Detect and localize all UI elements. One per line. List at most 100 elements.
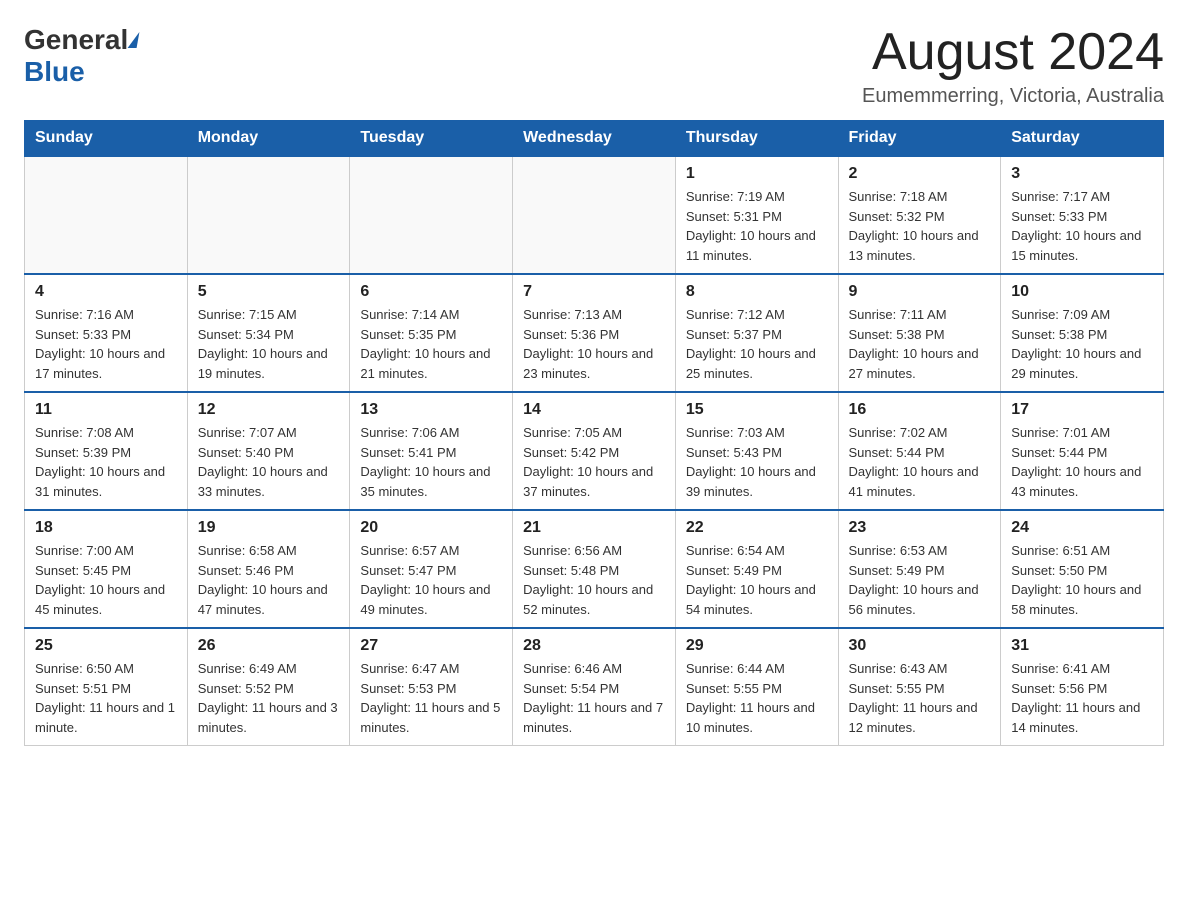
weekday-header-row: SundayMondayTuesdayWednesdayThursdayFrid… (25, 121, 1164, 157)
day-number: 20 (360, 519, 502, 537)
calendar-cell: 27 Sunrise: 6:47 AM Sunset: 5:53 PM Dayli… (350, 628, 513, 746)
day-number: 5 (198, 283, 340, 301)
day-info: Sunrise: 7:06 AM Sunset: 5:41 PM Dayligh… (360, 423, 502, 501)
weekday-header-wednesday: Wednesday (513, 121, 676, 157)
calendar-cell: 16Sunrise: 7:02 AM Sunset: 5:44 PM Dayli… (838, 392, 1001, 510)
calendar-cell: 21Sunrise: 6:56 AM Sunset: 5:48 PM Dayli… (513, 510, 676, 628)
day-number: 1 (686, 165, 828, 183)
logo: General Blue (24, 24, 138, 88)
day-number: 16 (849, 401, 991, 419)
day-number: 30 (849, 637, 991, 655)
logo-arrow-icon (128, 32, 140, 48)
location-subtitle: Eumemmerring, Victoria, Australia (862, 85, 1164, 108)
calendar-cell: 24Sunrise: 6:51 AM Sunset: 5:50 PM Dayli… (1001, 510, 1164, 628)
calendar-cell: 20 Sunrise: 6:57 AM Sunset: 5:47 PM Dayli… (350, 510, 513, 628)
calendar-cell (513, 156, 676, 274)
month-year-title: August 2024 (862, 24, 1164, 81)
calendar-cell: 14 Sunrise: 7:05 AM Sunset: 5:42 PM Dayli… (513, 392, 676, 510)
day-number: 7 (523, 283, 665, 301)
day-info: Sunrise: 7:11 AM Sunset: 5:38 PM Dayligh… (849, 305, 991, 383)
day-info: Sunrise: 7:18 AM Sunset: 5:32 PM Dayligh… (849, 187, 991, 265)
calendar-cell: 4 Sunrise: 7:16 AM Sunset: 5:33 PM Daylig… (25, 274, 188, 392)
weekday-header-sunday: Sunday (25, 121, 188, 157)
day-info: Sunrise: 6:44 AM Sunset: 5:55 PM Dayligh… (686, 659, 828, 737)
calendar-cell: 29Sunrise: 6:44 AM Sunset: 5:55 PM Dayli… (675, 628, 838, 746)
day-number: 15 (686, 401, 828, 419)
calendar-cell: 12 Sunrise: 7:07 AM Sunset: 5:40 PM Dayli… (187, 392, 350, 510)
day-info: Sunrise: 6:47 AM Sunset: 5:53 PM Dayligh… (360, 659, 502, 737)
calendar-cell: 25 Sunrise: 6:50 AM Sunset: 5:51 PM Dayli… (25, 628, 188, 746)
calendar-cell: 23Sunrise: 6:53 AM Sunset: 5:49 PM Dayli… (838, 510, 1001, 628)
day-number: 11 (35, 401, 177, 419)
day-info: Sunrise: 7:08 AM Sunset: 5:39 PM Dayligh… (35, 423, 177, 501)
day-number: 3 (1011, 165, 1153, 183)
day-number: 22 (686, 519, 828, 537)
calendar-cell (187, 156, 350, 274)
calendar-cell (25, 156, 188, 274)
day-info: Sunrise: 7:17 AM Sunset: 5:33 PM Dayligh… (1011, 187, 1153, 265)
day-info: Sunrise: 7:05 AM Sunset: 5:42 PM Dayligh… (523, 423, 665, 501)
day-number: 10 (1011, 283, 1153, 301)
day-number: 12 (198, 401, 340, 419)
day-number: 19 (198, 519, 340, 537)
calendar-cell: 2 Sunrise: 7:18 AM Sunset: 5:32 PM Daylig… (838, 156, 1001, 274)
day-info: Sunrise: 7:15 AM Sunset: 5:34 PM Dayligh… (198, 305, 340, 383)
calendar-cell: 3 Sunrise: 7:17 AM Sunset: 5:33 PM Daylig… (1001, 156, 1164, 274)
calendar-cell: 15 Sunrise: 7:03 AM Sunset: 5:43 PM Dayli… (675, 392, 838, 510)
weekday-header-saturday: Saturday (1001, 121, 1164, 157)
day-info: Sunrise: 6:49 AM Sunset: 5:52 PM Dayligh… (198, 659, 340, 737)
calendar-cell: 28 Sunrise: 6:46 AM Sunset: 5:54 PM Dayli… (513, 628, 676, 746)
day-number: 4 (35, 283, 177, 301)
calendar-cell: 5 Sunrise: 7:15 AM Sunset: 5:34 PM Daylig… (187, 274, 350, 392)
logo-blue-text: Blue (24, 56, 85, 87)
day-info: Sunrise: 7:12 AM Sunset: 5:37 PM Dayligh… (686, 305, 828, 383)
day-number: 31 (1011, 637, 1153, 655)
weekday-header-thursday: Thursday (675, 121, 838, 157)
day-number: 21 (523, 519, 665, 537)
day-number: 26 (198, 637, 340, 655)
calendar-cell: 26 Sunrise: 6:49 AM Sunset: 5:52 PM Dayli… (187, 628, 350, 746)
calendar-cell: 1Sunrise: 7:19 AM Sunset: 5:31 PM Daylig… (675, 156, 838, 274)
day-number: 28 (523, 637, 665, 655)
day-info: Sunrise: 6:54 AM Sunset: 5:49 PM Dayligh… (686, 541, 828, 619)
day-info: Sunrise: 7:16 AM Sunset: 5:33 PM Dayligh… (35, 305, 177, 383)
day-number: 18 (35, 519, 177, 537)
calendar-cell: 22 Sunrise: 6:54 AM Sunset: 5:49 PM Dayli… (675, 510, 838, 628)
calendar-cell: 30Sunrise: 6:43 AM Sunset: 5:55 PM Dayli… (838, 628, 1001, 746)
weekday-header-friday: Friday (838, 121, 1001, 157)
day-number: 13 (360, 401, 502, 419)
day-info: Sunrise: 6:53 AM Sunset: 5:49 PM Dayligh… (849, 541, 991, 619)
day-info: Sunrise: 7:09 AM Sunset: 5:38 PM Dayligh… (1011, 305, 1153, 383)
day-number: 14 (523, 401, 665, 419)
calendar-body: 1Sunrise: 7:19 AM Sunset: 5:31 PM Daylig… (25, 156, 1164, 746)
calendar-cell: 7Sunrise: 7:13 AM Sunset: 5:36 PM Daylig… (513, 274, 676, 392)
day-info: Sunrise: 7:14 AM Sunset: 5:35 PM Dayligh… (360, 305, 502, 383)
calendar-cell: 13 Sunrise: 7:06 AM Sunset: 5:41 PM Dayli… (350, 392, 513, 510)
day-number: 2 (849, 165, 991, 183)
day-info: Sunrise: 7:07 AM Sunset: 5:40 PM Dayligh… (198, 423, 340, 501)
calendar-cell: 19Sunrise: 6:58 AM Sunset: 5:46 PM Dayli… (187, 510, 350, 628)
logo-general-text: General (24, 24, 128, 56)
day-info: Sunrise: 6:41 AM Sunset: 5:56 PM Dayligh… (1011, 659, 1153, 737)
calendar-cell: 8 Sunrise: 7:12 AM Sunset: 5:37 PM Daylig… (675, 274, 838, 392)
day-info: Sunrise: 6:46 AM Sunset: 5:54 PM Dayligh… (523, 659, 665, 737)
day-info: Sunrise: 6:50 AM Sunset: 5:51 PM Dayligh… (35, 659, 177, 737)
page-header: General Blue August 2024 Eumemmerring, V… (24, 24, 1164, 108)
day-info: Sunrise: 6:57 AM Sunset: 5:47 PM Dayligh… (360, 541, 502, 619)
weekday-header-tuesday: Tuesday (350, 121, 513, 157)
calendar-cell: 11 Sunrise: 7:08 AM Sunset: 5:39 PM Dayli… (25, 392, 188, 510)
day-number: 27 (360, 637, 502, 655)
calendar-header: SundayMondayTuesdayWednesdayThursdayFrid… (25, 121, 1164, 157)
calendar-week-row: 11 Sunrise: 7:08 AM Sunset: 5:39 PM Dayli… (25, 392, 1164, 510)
day-number: 9 (849, 283, 991, 301)
calendar-week-row: 1Sunrise: 7:19 AM Sunset: 5:31 PM Daylig… (25, 156, 1164, 274)
day-number: 6 (360, 283, 502, 301)
day-number: 8 (686, 283, 828, 301)
title-area: August 2024 Eumemmerring, Victoria, Aust… (862, 24, 1164, 108)
day-info: Sunrise: 7:01 AM Sunset: 5:44 PM Dayligh… (1011, 423, 1153, 501)
calendar-cell: 10 Sunrise: 7:09 AM Sunset: 5:38 PM Dayli… (1001, 274, 1164, 392)
calendar-cell: 6 Sunrise: 7:14 AM Sunset: 5:35 PM Daylig… (350, 274, 513, 392)
day-info: Sunrise: 7:03 AM Sunset: 5:43 PM Dayligh… (686, 423, 828, 501)
weekday-header-monday: Monday (187, 121, 350, 157)
day-number: 25 (35, 637, 177, 655)
